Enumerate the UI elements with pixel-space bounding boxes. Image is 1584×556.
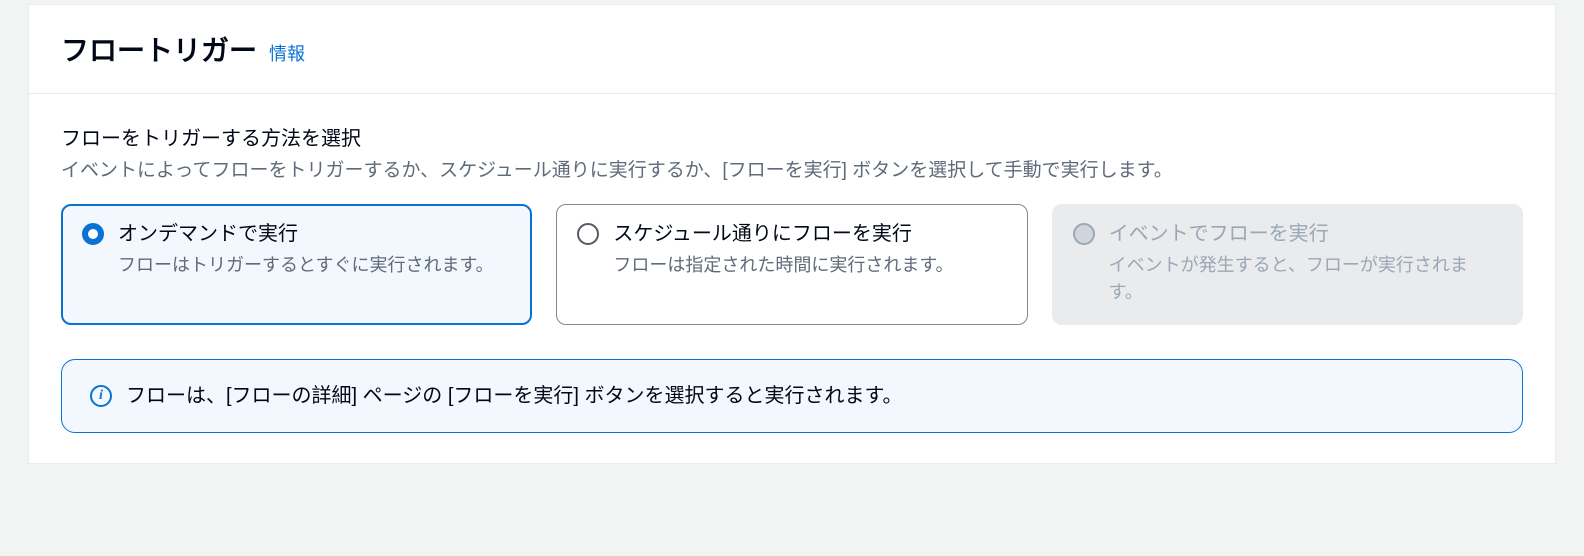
option-title: イベントでフローを実行 bbox=[1109, 221, 1502, 248]
option-description: イベントが発生すると、フローが実行されます。 bbox=[1109, 252, 1502, 306]
info-link[interactable]: 情報 bbox=[269, 40, 305, 66]
section-label: フローをトリガーする方法を選択 bbox=[61, 122, 1523, 151]
page-container: フロートリガー 情報 フローをトリガーする方法を選択 イベントによってフローをト… bbox=[0, 0, 1584, 556]
flow-trigger-panel: フロートリガー 情報 フローをトリガーする方法を選択 イベントによってフローをト… bbox=[28, 4, 1556, 464]
option-title: スケジュール通りにフローを実行 bbox=[613, 221, 953, 248]
panel-title: フロートリガー bbox=[61, 29, 257, 69]
info-icon: i bbox=[90, 385, 112, 407]
radio-icon bbox=[1073, 223, 1095, 245]
radio-icon bbox=[577, 223, 599, 245]
trigger-options: オンデマンドで実行 フローはトリガーするとすぐに実行されます。 スケジュール通り… bbox=[61, 204, 1523, 325]
option-description: フローはトリガーするとすぐに実行されます。 bbox=[118, 252, 494, 279]
option-title: オンデマンドで実行 bbox=[118, 221, 494, 248]
radio-icon bbox=[82, 223, 104, 245]
info-box: i フローは、[フローの詳細] ページの [フローを実行] ボタンを選択すると実… bbox=[61, 359, 1523, 433]
option-event: イベントでフローを実行 イベントが発生すると、フローが実行されます。 bbox=[1052, 204, 1523, 325]
panel-header: フロートリガー 情報 bbox=[29, 5, 1555, 94]
option-scheduled[interactable]: スケジュール通りにフローを実行 フローは指定された時間に実行されます。 bbox=[556, 204, 1027, 325]
option-text: オンデマンドで実行 フローはトリガーするとすぐに実行されます。 bbox=[118, 221, 494, 306]
option-text: イベントでフローを実行 イベントが発生すると、フローが実行されます。 bbox=[1109, 221, 1502, 306]
option-text: スケジュール通りにフローを実行 フローは指定された時間に実行されます。 bbox=[613, 221, 953, 306]
option-on-demand[interactable]: オンデマンドで実行 フローはトリガーするとすぐに実行されます。 bbox=[61, 204, 532, 325]
info-box-text: フローは、[フローの詳細] ページの [フローを実行] ボタンを選択すると実行さ… bbox=[126, 382, 903, 410]
option-description: フローは指定された時間に実行されます。 bbox=[613, 252, 953, 279]
panel-body: フローをトリガーする方法を選択 イベントによってフローをトリガーするか、スケジュ… bbox=[29, 94, 1555, 463]
section-description: イベントによってフローをトリガーするか、スケジュール通りに実行するか、[フローを… bbox=[61, 157, 1523, 186]
